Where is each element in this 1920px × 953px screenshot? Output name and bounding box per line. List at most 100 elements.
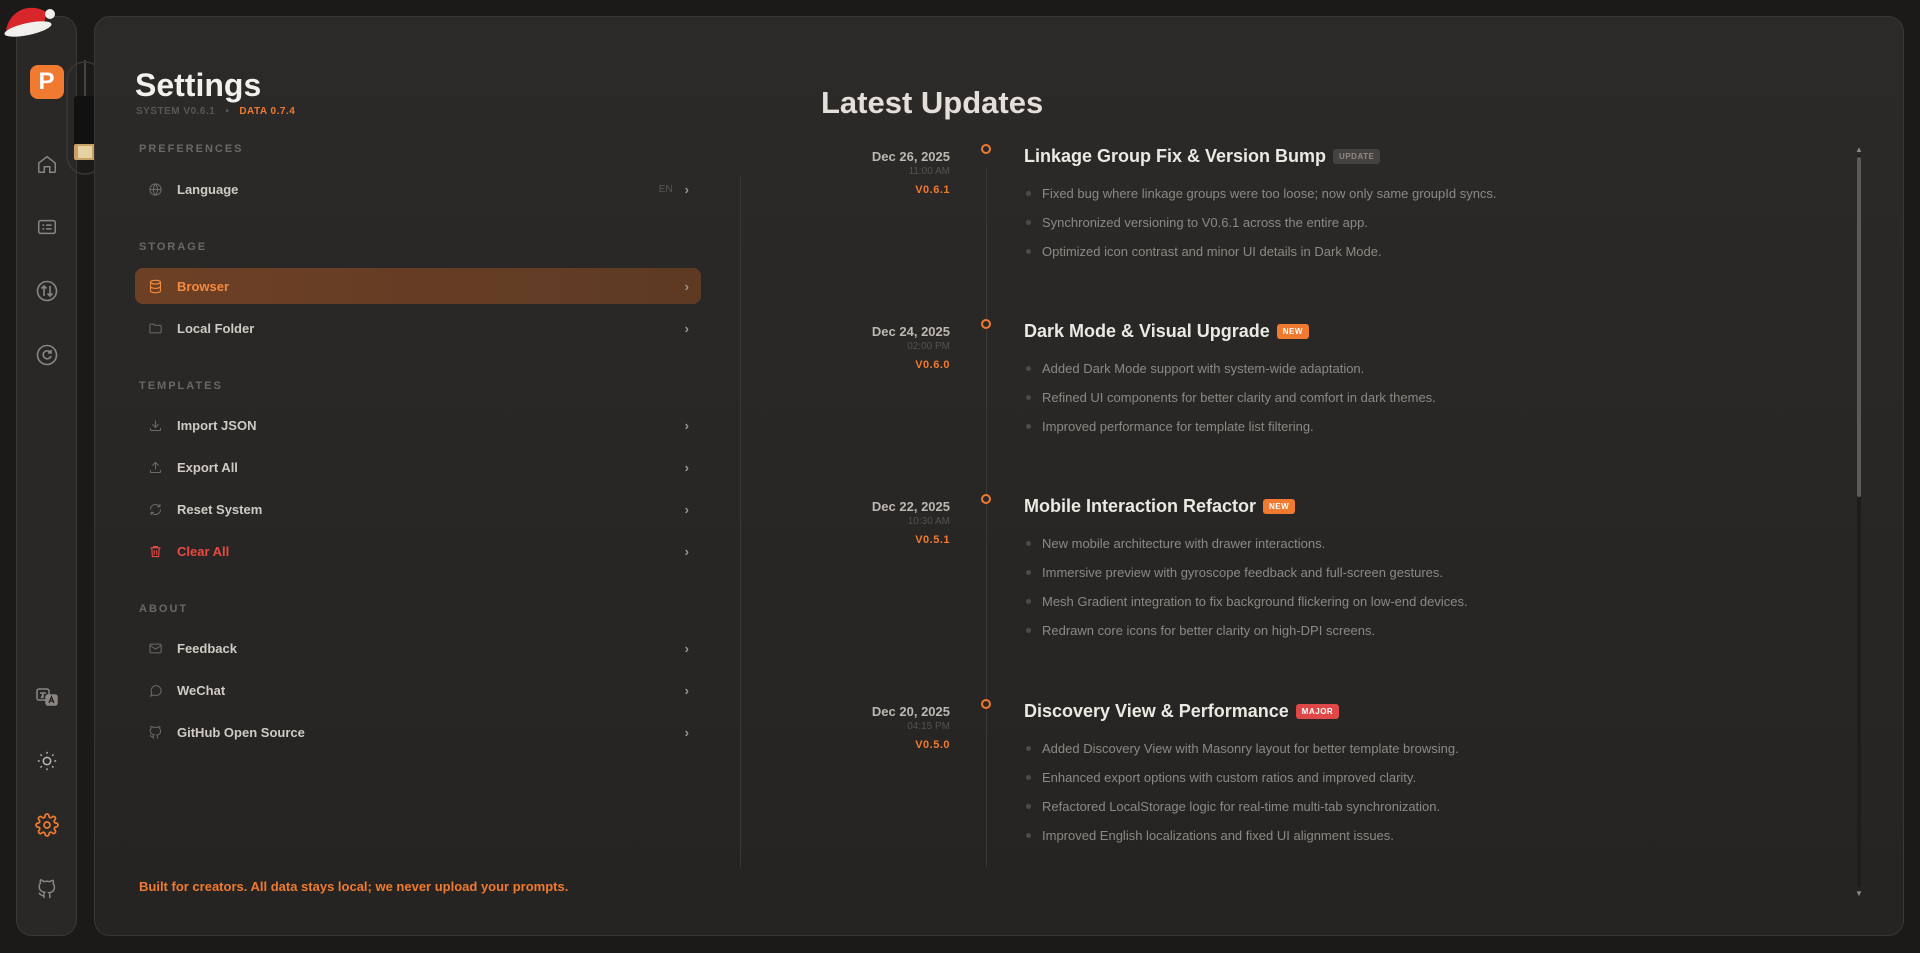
wechat-link[interactable]: WeChat › <box>135 672 701 708</box>
reset-icon <box>147 501 163 517</box>
translate-icon <box>35 688 58 706</box>
entry-date-block: Dec 26, 2025 11:00 AM V0.6.1 <box>770 149 950 196</box>
entry-version: V0.5.1 <box>915 534 950 546</box>
entry-title-text: Mobile Interaction Refactor <box>1024 496 1257 516</box>
timeline-dot <box>981 144 991 154</box>
nav-settings-button[interactable] <box>30 808 64 842</box>
database-icon <box>147 278 163 294</box>
theme-toggle-button[interactable] <box>30 744 64 778</box>
github-icon <box>147 724 163 740</box>
chat-bubble-icon <box>147 682 163 698</box>
main-panel: Settings SYSTEM V0.6.1 • DATA 0.7.4 PREF… <box>94 16 1904 936</box>
list-item: Redrawn core icons for better clarity on… <box>1024 616 1468 645</box>
entry-time: 02:00 PM <box>907 341 950 352</box>
entry-version: V0.6.0 <box>915 359 950 371</box>
github-icon <box>37 879 55 899</box>
list-item: Immersive preview with gyroscope feedbac… <box>1024 558 1468 587</box>
entry-time: 11:00 AM <box>908 166 950 177</box>
storage-local-folder-option[interactable]: Local Folder › <box>135 310 701 346</box>
entry-date-block: Dec 24, 2025 02:00 PM V0.6.0 <box>770 324 950 371</box>
app-logo[interactable]: P <box>29 65 64 99</box>
entry-date: Dec 24, 2025 <box>871 324 950 339</box>
import-json-button[interactable]: Import JSON › <box>135 407 701 443</box>
section-preferences: PREFERENCES <box>139 143 244 155</box>
entry-date-block: Dec 20, 2025 04:15 PM V0.5.0 <box>770 704 950 751</box>
list-icon <box>37 219 56 235</box>
entry-date: Dec 22, 2025 <box>871 499 950 514</box>
entry-title: Discovery View & Performance MAJOR <box>1024 701 1340 722</box>
data-version: DATA 0.7.4 <box>239 106 296 117</box>
list-item: Added Dark Mode support with system-wide… <box>1024 354 1436 383</box>
system-version: SYSTEM V0.6.1 <box>136 106 216 117</box>
scroll-up-arrow[interactable]: ▲ <box>1855 145 1863 154</box>
entry-changes: Added Dark Mode support with system-wide… <box>1024 354 1436 441</box>
nav-refresh-button[interactable] <box>30 338 64 372</box>
chevron-right-icon: › <box>684 417 689 433</box>
list-item: Optimized icon contrast and minor UI det… <box>1024 237 1497 266</box>
new-badge: NEW <box>1263 499 1296 514</box>
trash-icon <box>147 543 163 559</box>
feedback-link[interactable]: Feedback › <box>135 630 701 666</box>
version-separator: • <box>225 106 230 117</box>
scroll-thumb[interactable] <box>1857 157 1861 497</box>
chevron-right-icon: › <box>684 501 689 517</box>
entry-title: Mobile Interaction Refactor NEW <box>1024 496 1296 517</box>
entry-changes: Fixed bug where linkage groups were too … <box>1024 179 1497 266</box>
github-open-source-link[interactable]: GitHub Open Source › <box>135 714 701 750</box>
list-item: Refactored LocalStorage logic for real-t… <box>1024 792 1459 821</box>
import-json-label: Import JSON <box>177 417 257 433</box>
chevron-right-icon: › <box>684 459 689 475</box>
santa-hat-decoration <box>4 7 55 37</box>
settings-column: Settings SYSTEM V0.6.1 • DATA 0.7.4 PREF… <box>95 17 741 935</box>
refresh-icon <box>36 344 57 366</box>
nav-list-button[interactable] <box>30 210 64 244</box>
reset-system-button[interactable]: Reset System › <box>135 491 701 527</box>
clear-all-label: Clear All <box>177 543 230 559</box>
entry-date: Dec 20, 2025 <box>871 704 950 719</box>
entry-title-text: Discovery View & Performance <box>1024 701 1289 721</box>
list-item: Synchronized versioning to V0.6.1 across… <box>1024 208 1497 237</box>
update-badge: UPDATE <box>1333 149 1381 164</box>
list-item: Refined UI components for better clarity… <box>1024 383 1436 412</box>
entry-title: Linkage Group Fix & Version Bump UPDATE <box>1024 146 1381 167</box>
chevron-right-icon: › <box>684 278 689 294</box>
chevron-right-icon: › <box>684 640 689 656</box>
column-divider <box>740 177 741 867</box>
nav-sort-button[interactable] <box>30 274 64 308</box>
entry-date-block: Dec 22, 2025 10:30 AM V0.5.1 <box>770 499 950 546</box>
major-badge: MAJOR <box>1295 704 1340 719</box>
browser-label: Browser <box>177 278 230 294</box>
list-item: Added Discovery View with Masonry layout… <box>1024 734 1459 763</box>
list-item: New mobile architecture with drawer inte… <box>1024 529 1468 558</box>
local-folder-label: Local Folder <box>177 320 255 336</box>
new-badge: NEW <box>1276 324 1309 339</box>
clear-all-button[interactable]: Clear All › <box>135 533 701 569</box>
home-icon <box>37 155 56 173</box>
language-setting[interactable]: Language EN › <box>135 171 701 207</box>
export-all-label: Export All <box>177 459 238 475</box>
export-all-button[interactable]: Export All › <box>135 449 701 485</box>
storage-browser-option[interactable]: Browser › <box>135 268 701 304</box>
chevron-right-icon: › <box>684 724 689 740</box>
sun-icon <box>37 751 56 771</box>
entry-version: V0.6.1 <box>915 184 950 196</box>
updates-scrollbar[interactable]: ▲ ▼ <box>1855 145 1863 898</box>
entry-version: V0.5.0 <box>915 739 950 751</box>
updates-title: Latest Updates <box>821 85 1044 120</box>
language-toggle-button[interactable] <box>30 680 64 714</box>
list-item: Mesh Gradient integration to fix backgro… <box>1024 587 1468 616</box>
nav-home-button[interactable] <box>30 147 64 181</box>
gear-icon <box>34 813 59 837</box>
entry-time: 04:15 PM <box>907 721 950 732</box>
folder-icon <box>147 320 163 336</box>
entry-date: Dec 26, 2025 <box>871 149 950 164</box>
chevron-right-icon: › <box>684 181 689 197</box>
upload-icon <box>147 459 163 475</box>
entry-changes: New mobile architecture with drawer inte… <box>1024 529 1468 645</box>
download-icon <box>147 417 163 433</box>
sort-icon <box>36 280 57 302</box>
scroll-down-arrow[interactable]: ▼ <box>1855 889 1863 898</box>
list-item: Improved performance for template list f… <box>1024 412 1436 441</box>
github-link-button[interactable] <box>30 872 64 906</box>
mail-icon <box>147 640 163 656</box>
